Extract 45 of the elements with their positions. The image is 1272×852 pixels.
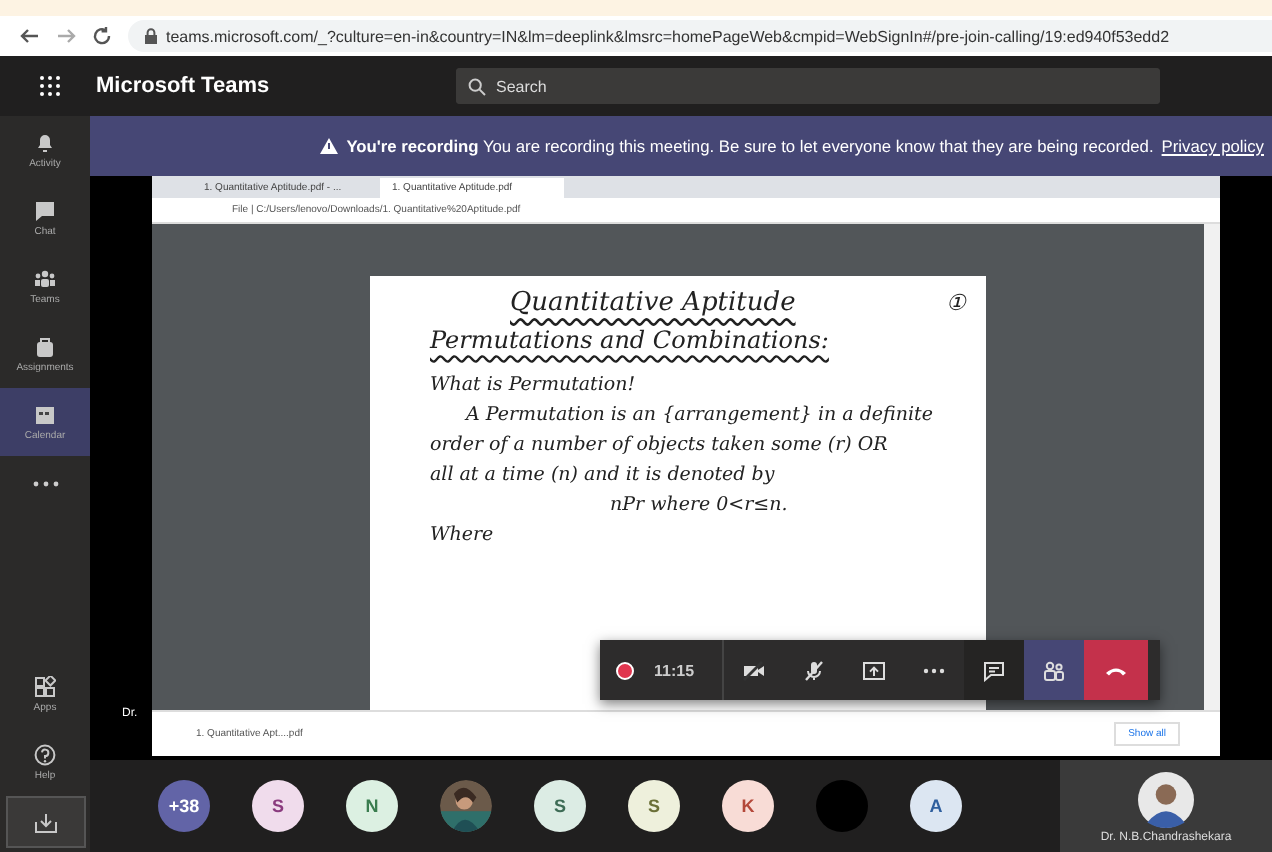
help-icon bbox=[34, 743, 56, 765]
participant-avatar[interactable]: +38 bbox=[158, 780, 210, 832]
app-title: Microsoft Teams bbox=[96, 74, 272, 98]
people-button[interactable] bbox=[1024, 640, 1085, 700]
warning-icon bbox=[320, 138, 339, 154]
page-number: ① bbox=[946, 289, 966, 316]
chat-button[interactable] bbox=[964, 640, 1025, 700]
download-icon bbox=[33, 811, 57, 833]
people-icon bbox=[1042, 659, 1067, 681]
bell-icon bbox=[34, 131, 56, 153]
mic-off-icon bbox=[802, 659, 827, 681]
back-icon[interactable] bbox=[20, 26, 40, 46]
apps-icon bbox=[34, 675, 56, 697]
handwritten-line: order of a number of objects taken some (r) OR bbox=[430, 433, 890, 456]
participant-avatar[interactable]: K bbox=[722, 780, 774, 832]
handwritten-line: all at a time (n) and it is denoted by bbox=[430, 463, 777, 486]
page-title: Quantitative Aptitude bbox=[510, 287, 796, 318]
avatar-icon bbox=[1138, 772, 1194, 828]
handwritten-line: nPr where 0<r≤n. bbox=[608, 493, 790, 516]
reload-icon[interactable] bbox=[92, 26, 112, 46]
participant-avatar[interactable]: S bbox=[628, 780, 680, 832]
privacy-policy-link[interactable]: Privacy policy bbox=[1161, 136, 1264, 156]
address-bar[interactable]: teams.microsoft.com/_?culture=en-in&country=IN&lm=deeplink&lmsrc=homePageWeb&cmpid=WebSignIn#/pre-join-calling/19:ed940f53edd2 bbox=[128, 20, 1272, 52]
share-icon bbox=[862, 659, 887, 681]
participant-avatar[interactable]: S bbox=[534, 780, 586, 832]
chat-icon bbox=[34, 199, 56, 221]
teams-icon bbox=[34, 267, 56, 289]
participant-avatar[interactable]: N bbox=[346, 780, 398, 832]
recording-message: You're recording You are recording this meeting. Be sure to let everyone know that they are being recorded. bbox=[346, 136, 1154, 156]
participant-avatar[interactable]: S bbox=[252, 780, 304, 832]
app-launcher-icon[interactable] bbox=[40, 76, 60, 96]
more-icon[interactable] bbox=[31, 480, 59, 488]
handwritten-line: Where bbox=[430, 523, 496, 546]
participant-avatar[interactable]: A bbox=[910, 780, 962, 832]
download-button[interactable] bbox=[5, 796, 85, 848]
search-field[interactable]: Search bbox=[456, 68, 1160, 104]
search-icon bbox=[468, 77, 486, 95]
scrollbar[interactable] bbox=[1204, 223, 1220, 710]
chat-icon bbox=[982, 659, 1007, 681]
bag-icon bbox=[34, 335, 56, 357]
call-timer: 11:15 bbox=[654, 661, 695, 679]
calendar-icon bbox=[34, 403, 56, 425]
handwritten-line: A Permutation is an {arrangement} in a definite bbox=[462, 403, 935, 426]
lock-icon bbox=[144, 28, 158, 44]
camera-off-icon bbox=[742, 659, 767, 681]
